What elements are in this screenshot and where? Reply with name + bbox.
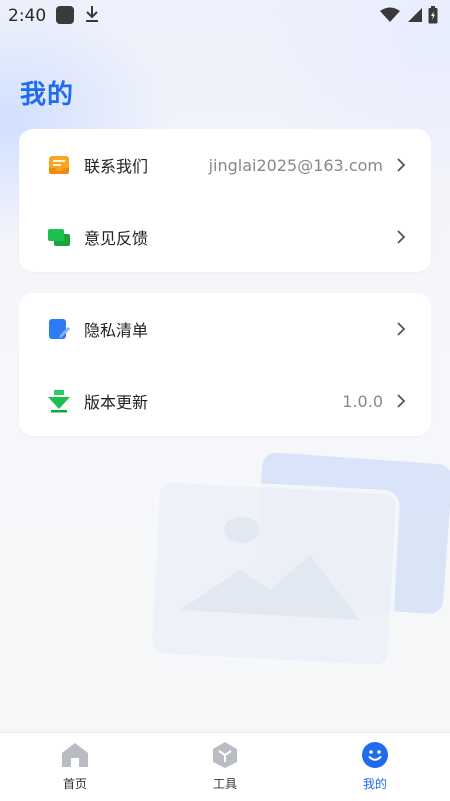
nav-tools[interactable]: 工具 bbox=[185, 741, 265, 797]
contact-us-label: 联系我们 bbox=[84, 157, 149, 176]
contact-us-row[interactable]: 联系我们 jinglai2025@163.com bbox=[19, 129, 431, 201]
nav-home[interactable]: 首页 bbox=[35, 741, 115, 797]
smiley-icon bbox=[362, 742, 388, 768]
signal-icon bbox=[408, 8, 422, 22]
version-update-label: 版本更新 bbox=[84, 393, 149, 412]
contact-email: jinglai2025@163.com bbox=[208, 155, 383, 175]
settings-card-2: 隐私清单 版本更新 1.0.0 bbox=[19, 293, 431, 436]
nav-mine-label: 我的 bbox=[362, 777, 387, 791]
feedback-row[interactable]: 意见反馈 bbox=[19, 201, 431, 273]
status-bar: 2:40 bbox=[0, 0, 450, 32]
app-icon bbox=[56, 6, 74, 24]
cube-icon bbox=[213, 742, 237, 768]
privacy-list-row[interactable]: 隐私清单 bbox=[19, 293, 431, 365]
nav-tools-label: 工具 bbox=[212, 777, 237, 791]
download-icon bbox=[84, 4, 100, 28]
download-arrow-icon bbox=[48, 390, 70, 413]
home-icon bbox=[62, 743, 88, 767]
status-time: 2:40 bbox=[8, 6, 47, 26]
inbox-icon bbox=[49, 156, 69, 174]
version-update-row[interactable]: 版本更新 1.0.0 bbox=[19, 365, 431, 437]
chat-bubbles-icon bbox=[48, 229, 70, 246]
privacy-list-label: 隐私清单 bbox=[84, 321, 149, 340]
bottom-nav: 首页 工具 我的 bbox=[0, 732, 450, 801]
nav-home-label: 首页 bbox=[62, 777, 87, 791]
chevron-right-icon bbox=[397, 322, 406, 336]
version-number: 1.0.0 bbox=[342, 391, 383, 411]
chevron-right-icon bbox=[397, 394, 406, 408]
empty-image-illustration bbox=[150, 452, 450, 669]
feedback-label: 意见反馈 bbox=[84, 229, 149, 248]
wifi-icon bbox=[380, 7, 400, 22]
chevron-right-icon bbox=[397, 230, 406, 244]
nav-mine[interactable]: 我的 bbox=[335, 741, 415, 797]
chevron-right-icon bbox=[397, 158, 406, 172]
status-right bbox=[380, 6, 438, 24]
battery-icon bbox=[428, 6, 438, 24]
privacy-doc-icon bbox=[49, 319, 70, 339]
settings-card-1: 联系我们 jinglai2025@163.com 意见反馈 bbox=[19, 129, 431, 272]
page-title: 我的 bbox=[20, 80, 75, 110]
